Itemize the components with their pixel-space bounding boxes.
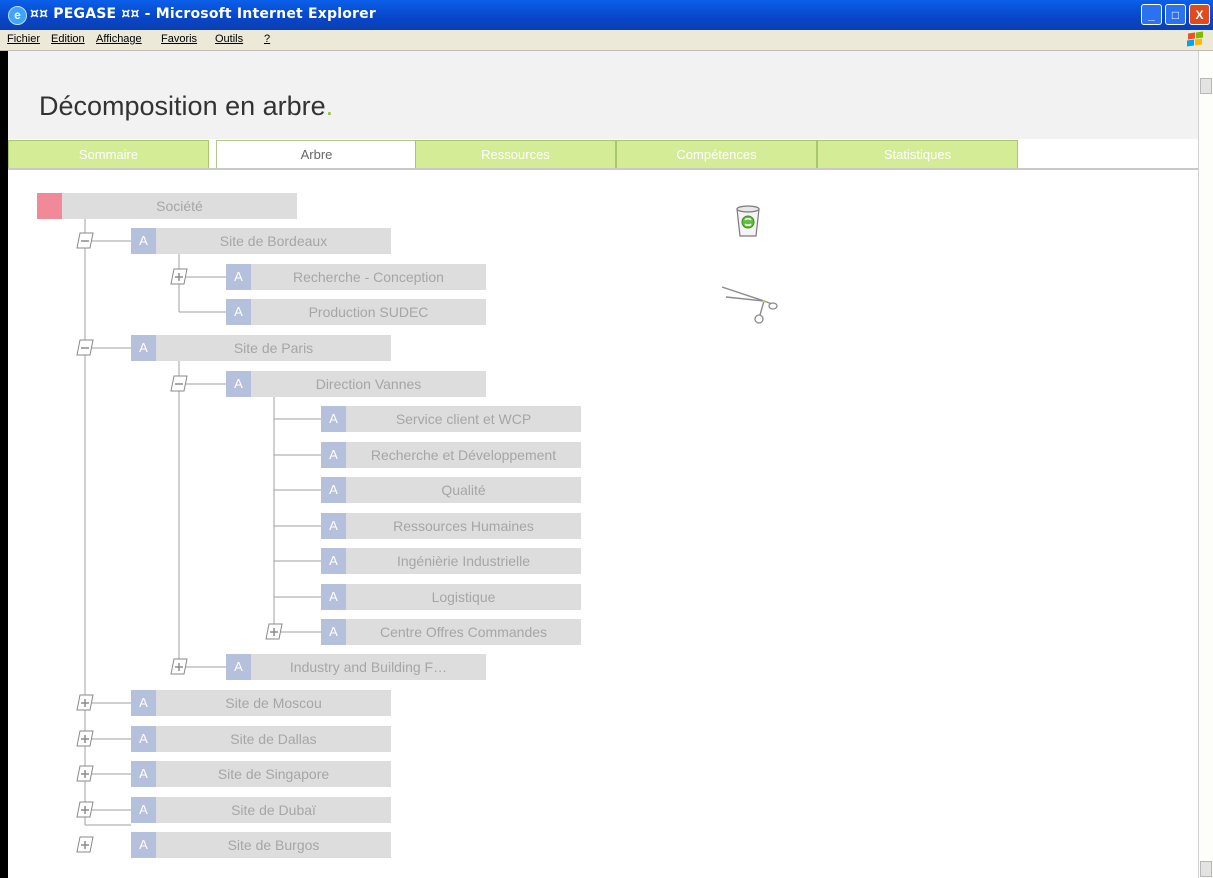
menu-affichage[interactable]: Affichage [96, 33, 142, 45]
node-label: Site de Dallas [156, 726, 391, 752]
node-badge: A [226, 264, 251, 290]
scroll-down-button[interactable] [1200, 861, 1212, 877]
menu-favoris[interactable]: Favoris [161, 33, 197, 45]
tree-node[interactable]: A Service client et WCP [321, 406, 581, 432]
window-title: ¤¤ PEGASE ¤¤ - Microsoft Internet Explor… [30, 6, 376, 22]
expand-icon[interactable] [170, 658, 188, 676]
node-badge: A [321, 513, 346, 539]
tree-node[interactable]: A Ressources Humaines [321, 513, 581, 539]
tree-node[interactable]: A Production SUDEC [226, 299, 486, 325]
node-badge: A [131, 761, 156, 787]
node-label: Recherche et Développement [346, 442, 581, 468]
menu-bar: Fichier Edition Affichage Favoris Outils… [0, 30, 1213, 51]
tree-node[interactable]: A Site de Paris [131, 335, 391, 361]
expand-icon[interactable] [76, 730, 94, 748]
tree-node[interactable]: A Recherche - Conception [226, 264, 486, 290]
menu-fichier[interactable]: Fichier [7, 33, 40, 45]
node-badge: A [131, 832, 156, 858]
root-label: Société [62, 193, 297, 219]
maximize-button[interactable]: □ [1165, 4, 1186, 25]
node-label: Site de Moscou [156, 690, 391, 716]
browser-window: e ¤¤ PEGASE ¤¤ - Microsoft Internet Expl… [0, 0, 1213, 878]
tree-node[interactable]: A Site de Burgos [131, 832, 391, 858]
tree-node[interactable]: A Site de Singapore [131, 761, 391, 787]
node-label: Site de Dubaï [156, 797, 391, 823]
scissors-icon[interactable] [720, 281, 778, 332]
node-label: Centre Offres Commandes [346, 619, 581, 645]
node-label: Qualité [346, 477, 581, 503]
tree-node[interactable]: A Ingénièrie Industrielle [321, 548, 581, 574]
node-badge: A [226, 299, 251, 325]
tree-root-node[interactable]: Société [37, 193, 297, 219]
tree-node[interactable]: A Logistique [321, 584, 581, 610]
node-badge: A [131, 797, 156, 823]
tree-node[interactable]: A Centre Offres Commandes [321, 619, 581, 645]
node-label: Site de Paris [156, 335, 391, 361]
scrollbar-thumb[interactable] [1200, 78, 1212, 94]
node-label: Recherche - Conception [251, 264, 486, 290]
menu-help[interactable]: ? [264, 33, 270, 45]
node-label: Service client et WCP [346, 406, 581, 432]
node-label: Site de Burgos [156, 832, 391, 858]
node-badge: A [226, 371, 251, 397]
expand-icon[interactable] [76, 694, 94, 712]
tree-node[interactable]: A Qualité [321, 477, 581, 503]
menu-outils[interactable]: Outils [215, 33, 243, 45]
node-label: Site de Singapore [156, 761, 391, 787]
node-label: Site de Bordeaux [156, 228, 391, 254]
tree-node[interactable]: A Direction Vannes [226, 371, 486, 397]
node-badge: A [131, 228, 156, 254]
node-label: Ingénièrie Industrielle [346, 548, 581, 574]
node-badge: A [321, 548, 346, 574]
node-label: Logistique [346, 584, 581, 610]
internet-explorer-icon: e [8, 6, 27, 25]
vertical-scrollbar[interactable] [1198, 51, 1213, 878]
tree-node[interactable]: A Recherche et Développement [321, 442, 581, 468]
page-content: Décomposition en arbre. Sommaire Arbre R… [8, 51, 1198, 878]
window-left-border [0, 51, 8, 878]
node-badge: A [226, 654, 251, 680]
node-badge: A [131, 335, 156, 361]
expand-icon[interactable] [76, 765, 94, 783]
tree-node[interactable]: A Industry and Building F… [226, 654, 486, 680]
node-label: Direction Vannes [251, 371, 486, 397]
menu-edition[interactable]: Edition [51, 33, 85, 45]
node-badge: A [321, 584, 346, 610]
title-bar: e ¤¤ PEGASE ¤¤ - Microsoft Internet Expl… [0, 0, 1213, 30]
tree-node[interactable]: A Site de Bordeaux [131, 228, 391, 254]
node-label: Ressources Humaines [346, 513, 581, 539]
node-badge: A [131, 726, 156, 752]
node-label: Production SUDEC [251, 299, 486, 325]
tree-node[interactable]: A Site de Moscou [131, 690, 391, 716]
tree-node[interactable]: A Site de Dubaï [131, 797, 391, 823]
collapse-icon[interactable] [170, 375, 188, 393]
node-badge: A [321, 619, 346, 645]
close-button[interactable]: X [1189, 4, 1210, 25]
expand-icon[interactable] [76, 836, 94, 854]
node-badge: A [321, 442, 346, 468]
expand-icon[interactable] [170, 268, 188, 286]
collapse-icon[interactable] [76, 339, 94, 357]
windows-logo-icon [1186, 31, 1204, 48]
root-marker [37, 193, 62, 219]
collapse-icon[interactable] [76, 232, 94, 250]
minimize-button[interactable]: _ [1141, 4, 1162, 25]
node-badge: A [321, 477, 346, 503]
expand-icon[interactable] [76, 801, 94, 819]
node-badge: A [321, 406, 346, 432]
node-badge: A [131, 690, 156, 716]
recycle-bin-icon[interactable] [734, 203, 762, 244]
node-label: Industry and Building F… [251, 654, 486, 680]
tree-connectors [84, 219, 321, 826]
tree-node[interactable]: A Site de Dallas [131, 726, 391, 752]
expand-icon[interactable] [265, 623, 283, 641]
